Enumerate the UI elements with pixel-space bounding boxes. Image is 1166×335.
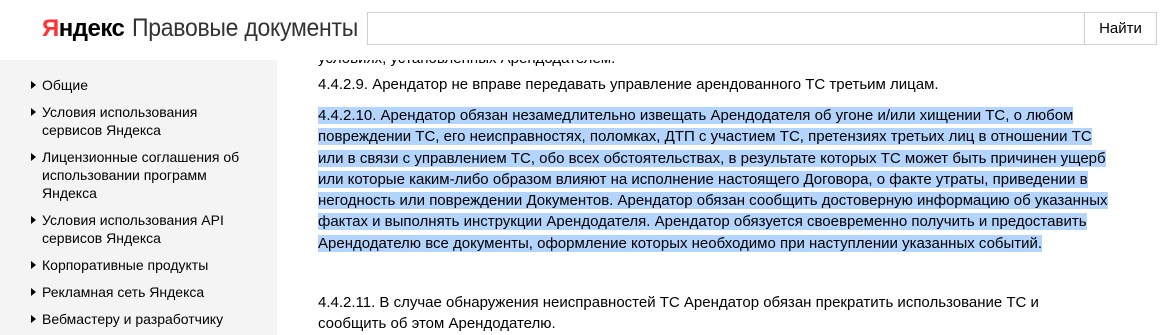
clause-4-4-2-10: 4.4.2.10. Арендатор обязан незамедлитель… (318, 105, 1108, 254)
sidebar-item-label: Условия использования API сервисов Яндек… (42, 212, 224, 246)
sidebar: Общие Условия использования сервисов Янд… (0, 60, 277, 335)
sidebar-item-terms-of-service[interactable]: Условия использования сервисов Яндекса (0, 103, 277, 139)
sidebar-item-webmaster[interactable]: Вебмастеру и разработчику (0, 310, 277, 328)
search-button[interactable]: Найти (1084, 13, 1156, 44)
triangle-right-icon (31, 261, 36, 269)
sidebar-item-corporate-products[interactable]: Корпоративные продукты (0, 256, 277, 274)
triangle-right-icon (31, 108, 36, 116)
triangle-right-icon (31, 153, 36, 161)
triangle-right-icon (31, 288, 36, 296)
search-input[interactable] (368, 13, 1084, 44)
triangle-right-icon (31, 216, 36, 224)
logo[interactable]: Яндекс Правовые документы (42, 14, 378, 46)
header: Яндекс Правовые документы Найти (0, 0, 1166, 60)
triangle-right-icon (31, 315, 36, 323)
clause-4-4-2-11: 4.4.2.11. В случае обнаружения неисправн… (318, 294, 1039, 333)
search-bar: Найти (367, 12, 1157, 45)
sidebar-item-label: Лицензионные соглашения об использовании… (42, 149, 240, 201)
clause-4-4-2-9: 4.4.2.9. Арендатор не вправе передавать … (318, 76, 939, 93)
logo-rest: ндекс (58, 15, 125, 42)
triangle-right-icon (31, 81, 36, 89)
sidebar-item-label: Общие (42, 77, 89, 93)
sidebar-item-ad-network[interactable]: Рекламная сеть Яндекса (0, 283, 277, 301)
sidebar-item-label: Рекламная сеть Яндекса (42, 284, 205, 300)
sidebar-item-api-terms[interactable]: Условия использования API сервисов Яндек… (0, 211, 277, 247)
yandex-logo[interactable]: Яндекс (42, 15, 125, 43)
sidebar-menu: Общие Условия использования сервисов Янд… (0, 60, 277, 328)
service-title[interactable]: Правовые документы (132, 14, 358, 43)
sidebar-item-general[interactable]: Общие (0, 76, 277, 94)
selected-text[interactable]: 4.4.2.10. Арендатор обязан незамедлитель… (318, 107, 1108, 252)
sidebar-item-license-agreements[interactable]: Лицензионные соглашения об использовании… (0, 148, 277, 202)
sidebar-item-label: Корпоративные продукты (42, 257, 209, 273)
sidebar-item-label: Вебмастеру и разработчику (42, 311, 224, 327)
sidebar-item-label: Условия использования сервисов Яндекса (42, 104, 198, 138)
logo-first-letter: Я (42, 15, 59, 42)
